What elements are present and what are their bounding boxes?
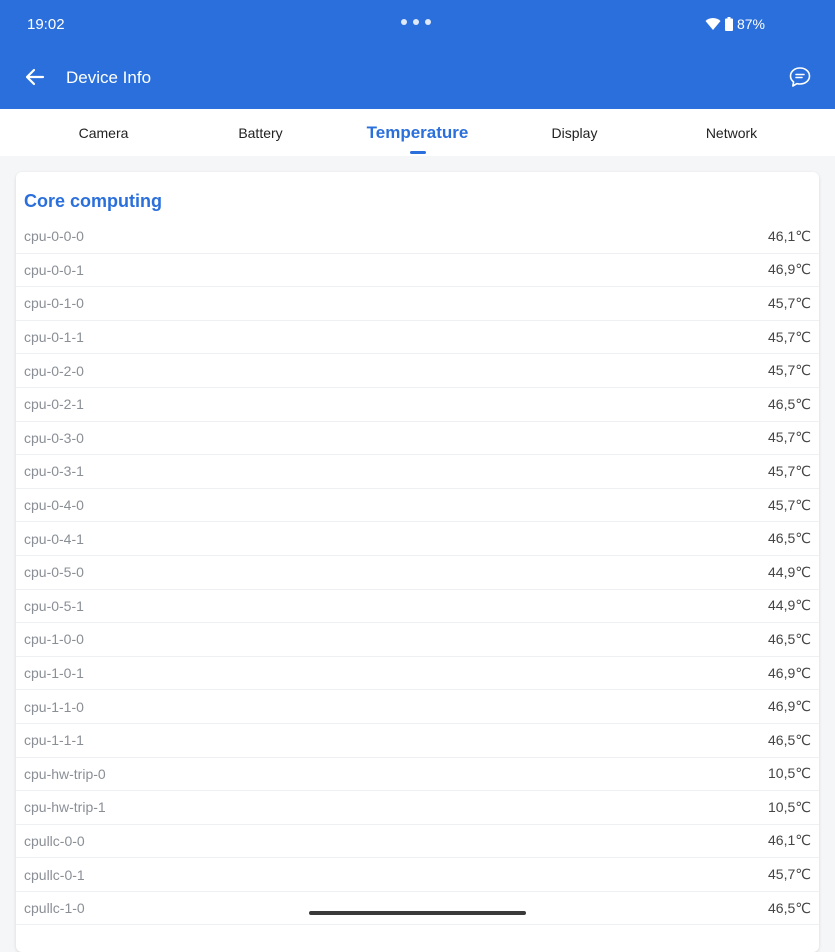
list-item: cpu-0-2-0 45,7℃ <box>16 354 819 388</box>
battery-percent: 87% <box>736 16 765 32</box>
sensor-name: cpu-0-1-1 <box>24 329 84 346</box>
sensor-name: cpu-0-2-1 <box>24 396 84 413</box>
sensor-temperature: 46,5℃ <box>768 630 811 647</box>
sensor-name: cpu-0-4-1 <box>24 530 84 547</box>
list-item: cpu-1-1-0 46,9℃ <box>16 690 819 724</box>
tab-network[interactable]: Network <box>653 125 810 141</box>
sensor-name: cpu-hw-trip-0 <box>24 765 106 782</box>
list-item: cpu-0-4-1 46,5℃ <box>16 522 819 556</box>
list-item: cpu-0-4-0 45,7℃ <box>16 489 819 523</box>
sensor-name: cpu-0-5-1 <box>24 597 84 614</box>
list-item: cpu-1-0-0 46,5℃ <box>16 623 819 657</box>
sensor-name: cpu-0-0-1 <box>24 261 84 278</box>
wifi-icon <box>705 18 721 30</box>
sensor-name: cpu-1-1-1 <box>24 732 84 749</box>
sensor-temperature: 45,7℃ <box>768 462 811 479</box>
tab-battery[interactable]: Battery <box>182 125 339 141</box>
sensor-name: cpu-1-1-0 <box>24 698 84 715</box>
app-bar: 19:02 87% Device Info <box>0 0 835 109</box>
list-item: cpu-0-1-0 45,7℃ <box>16 287 819 321</box>
sensor-name: cpu-0-0-0 <box>24 228 84 245</box>
status-time: 19:02 <box>27 16 65 33</box>
list-item: cpu-0-2-1 46,5℃ <box>16 388 819 422</box>
sensor-name: cpu-1-0-1 <box>24 665 84 682</box>
sensor-temperature: 46,5℃ <box>768 530 811 547</box>
list-item: cpu-0-5-0 44,9℃ <box>16 556 819 590</box>
sensor-name: cpu-0-3-1 <box>24 463 84 480</box>
sensor-name: cpu-0-1-0 <box>24 295 84 312</box>
sensor-temperature: 45,7℃ <box>768 866 811 883</box>
list-item: cpullc-0-1 45,7℃ <box>16 858 819 892</box>
sensor-temperature: 46,5℃ <box>768 899 811 916</box>
tab-temperature[interactable]: Temperature <box>339 123 496 154</box>
core-computing-card: Core computing cpu-0-0-0 46,1℃ cpu-0-0-1 46… <box>16 172 819 952</box>
sensor-temperature: 46,1℃ <box>768 832 811 849</box>
chat-feedback-icon[interactable] <box>788 65 812 89</box>
sensor-name: cpu-1-0-0 <box>24 631 84 648</box>
sensor-temperature: 46,5℃ <box>768 395 811 412</box>
sensor-name: cpu-0-4-0 <box>24 497 84 514</box>
sensor-temperature: 46,5℃ <box>768 731 811 748</box>
list-item: cpullc-1-0 46,5℃ <box>16 892 819 926</box>
temperature-list[interactable]: cpu-0-0-0 46,1℃ cpu-0-0-1 46,9℃ cpu-0-1-0 45,… <box>16 220 819 926</box>
section-title: Core computing <box>24 191 162 211</box>
sensor-name: cpu-0-2-0 <box>24 362 84 379</box>
list-item: cpu-0-1-1 45,7℃ <box>16 321 819 355</box>
sensor-temperature: 46,1℃ <box>768 227 811 244</box>
sensor-temperature: 45,7℃ <box>768 328 811 345</box>
list-item: cpu-hw-trip-0 10,5℃ <box>16 758 819 792</box>
battery-icon <box>724 17 733 31</box>
list-item: cpu-hw-trip-1 10,5℃ <box>16 791 819 825</box>
list-item: cpullc-0-0 46,1℃ <box>16 825 819 859</box>
tab-display[interactable]: Display <box>496 125 653 141</box>
sensor-temperature: 45,7℃ <box>768 294 811 311</box>
tab-bar: Camera Battery Temperature Display Netwo… <box>0 109 835 156</box>
sensor-name: cpu-0-3-0 <box>24 429 84 446</box>
list-item: cpu-0-0-1 46,9℃ <box>16 254 819 288</box>
list-item: cpu-0-3-0 45,7℃ <box>16 422 819 456</box>
sensor-name: cpu-0-5-0 <box>24 564 84 581</box>
list-item: cpu-1-1-1 46,5℃ <box>16 724 819 758</box>
list-item: cpu-0-5-1 44,9℃ <box>16 590 819 624</box>
sensor-temperature: 46,9℃ <box>768 698 811 715</box>
sensor-temperature: 10,5℃ <box>768 765 811 782</box>
sensor-temperature: 46,9℃ <box>768 261 811 278</box>
list-item: cpu-0-0-0 46,1℃ <box>16 220 819 254</box>
list-item: cpu-0-3-1 45,7℃ <box>16 455 819 489</box>
sensor-temperature: 44,9℃ <box>768 563 811 580</box>
list-item: cpu-1-0-1 46,9℃ <box>16 657 819 691</box>
sensor-name: cpullc-0-1 <box>24 866 85 883</box>
status-dots-icon <box>401 19 431 25</box>
sensor-temperature: 10,5℃ <box>768 798 811 815</box>
page-title: Device Info <box>66 68 152 87</box>
status-indicators: 87% <box>705 16 765 32</box>
sensor-temperature: 45,7℃ <box>768 429 811 446</box>
sensor-temperature: 45,7℃ <box>768 496 811 513</box>
sensor-temperature: 45,7℃ <box>768 362 811 379</box>
sensor-temperature: 46,9℃ <box>768 664 811 681</box>
tab-camera[interactable]: Camera <box>25 125 182 141</box>
sensor-temperature: 44,9℃ <box>768 597 811 614</box>
sensor-name: cpullc-0-0 <box>24 832 85 849</box>
home-indicator[interactable] <box>309 911 526 915</box>
back-arrow-icon[interactable] <box>24 66 46 88</box>
sensor-name: cpu-hw-trip-1 <box>24 799 106 816</box>
sensor-name: cpullc-1-0 <box>24 900 85 917</box>
